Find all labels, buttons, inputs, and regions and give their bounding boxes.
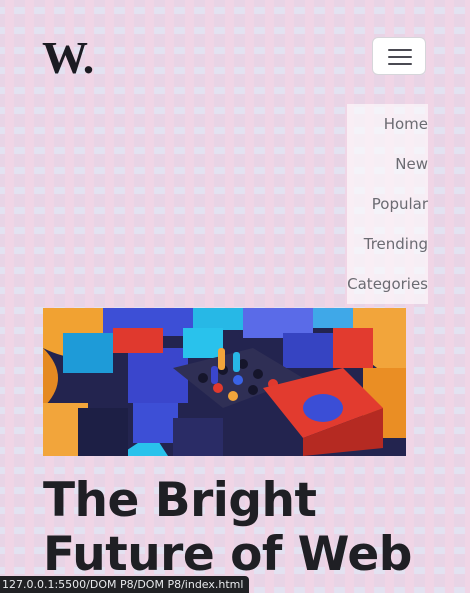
hero-image [43,308,406,456]
nav-item-new[interactable]: New [347,144,428,184]
status-bar-url: 127.0.0.1:5500/DOM P8/DOM P8/index.html [0,576,250,593]
colorful-3d-blocks-image [43,308,406,456]
hamburger-menu-button[interactable] [372,37,426,75]
site-logo[interactable]: W. [42,30,94,86]
nav-item-trending[interactable]: Trending [347,224,428,264]
article-title: The Bright Future of Web [43,473,412,582]
hamburger-menu-icon-bar [388,56,412,58]
nav-item-categories[interactable]: Categories [347,264,428,304]
main-nav: Home New Popular Trending Categories [347,104,428,304]
hamburger-menu-icon [388,49,412,51]
hamburger-menu-icon-bar [388,63,412,65]
nav-item-home[interactable]: Home [347,104,428,144]
nav-item-popular[interactable]: Popular [347,184,428,224]
